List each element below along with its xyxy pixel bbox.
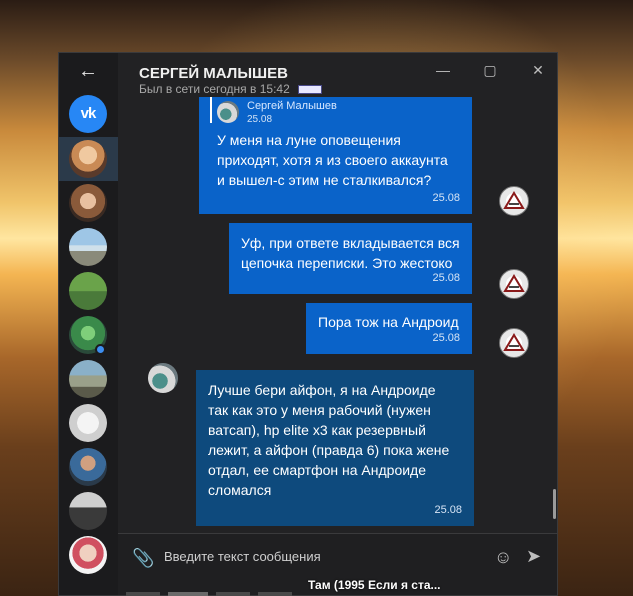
avatar [69,404,107,442]
sidebar-contact[interactable] [59,225,118,269]
sidebar-contact[interactable] [59,137,118,181]
paperclip-icon[interactable]: 📎 [132,548,154,569]
contact-status: Был в сети сегодня в 15:42 [139,82,290,96]
message-text-line: сломался [208,482,272,498]
message-text-line: ватсап), hp elite x3 как резервный [208,422,426,438]
sidebar-contact[interactable] [59,401,118,445]
sidebar-contact[interactable] [59,489,118,533]
message-text-line: У меня на луне оповещения [217,132,401,148]
avatar [69,536,107,574]
sidebar-contact[interactable] [59,357,118,401]
taskbar-item[interactable] [216,592,250,596]
own-avatar [499,269,529,299]
contact-avatar [148,363,178,393]
own-avatar [499,328,529,358]
outgoing-message[interactable]: Сергей Малышев 25.08 У меня на луне опов… [199,97,472,214]
avatar [69,360,107,398]
reply-avatar [217,101,239,123]
taskbar-preview-text[interactable]: Там (1995 Если я ста... [308,578,441,592]
taskbar-item[interactable] [168,592,208,596]
online-indicator [95,344,106,355]
message-text-line: отдал, ее смартфон на Андроиде [208,462,427,478]
reply-date: 25.08 [247,114,273,125]
avatar [69,492,107,530]
sidebar-contact[interactable] [59,181,118,225]
message-text-line: Лучше бери айфон, я на Андроиде [208,382,436,398]
message-text-line: приходят, хотя я из своего аккаунта [217,152,448,168]
message-text-line: лежит, а айфон (правда 6) пока жене [208,442,450,458]
message-text-line: и вышел-с этим не сталкивался? [217,172,432,188]
arrow-left-icon[interactable]: ← [76,59,100,83]
sidebar-contact[interactable] [59,445,118,489]
message-text-line: Уф, при ответе вкладывается вся [241,235,460,251]
message-time: 25.08 [432,332,460,344]
close-button[interactable]: ✕ [526,61,550,79]
message-text-line: цепочка переписки. Это жестоко [241,255,453,271]
avatar [69,228,107,266]
message-input[interactable]: Введите текст сообщения [164,546,484,568]
chat-scrollbar[interactable] [553,489,556,519]
message-text-line: так как это у меня рабочий (нужен [208,402,431,418]
taskbar-item[interactable] [126,592,160,596]
message-time: 25.08 [432,192,460,204]
message-time: 25.08 [434,504,462,516]
outgoing-message[interactable]: Пора тож на Андроид 25.08 [306,303,472,354]
sidebar-contact[interactable] [59,269,118,313]
avatar [69,140,107,178]
sidebar-contact[interactable] [59,533,118,577]
messenger-window: ← vk СЕРГЕЙ МАЛЫШЕВ Был в сети сегодня в… [58,52,558,596]
reply-quote-bar [210,97,212,123]
message-time: 25.08 [432,272,460,284]
own-avatar [499,186,529,216]
sidebar-contact[interactable] [59,313,118,357]
incoming-message[interactable]: Лучше бери айфон, я на Андроиде так как … [196,370,474,526]
maximize-button[interactable]: ▢ [478,61,502,79]
taskbar-item[interactable] [258,592,292,596]
avatar [69,448,107,486]
send-icon[interactable]: ➤ [526,546,541,567]
vk-logo[interactable]: vk [69,95,107,133]
avatar [69,184,107,222]
smiley-icon[interactable]: ☺ [494,547,512,568]
avatar [69,272,107,310]
contacts-sidebar: ← vk [59,53,118,595]
chat-contact-name: СЕРГЕЙ МАЛЫШЕВ [139,65,288,82]
message-list[interactable]: Сергей Малышев 25.08 У меня на луне опов… [118,97,557,533]
minimize-button[interactable]: — [431,61,455,79]
cursor-tooltip [298,85,322,94]
outgoing-message[interactable]: Уф, при ответе вкладывается вся цепочка … [229,223,472,294]
